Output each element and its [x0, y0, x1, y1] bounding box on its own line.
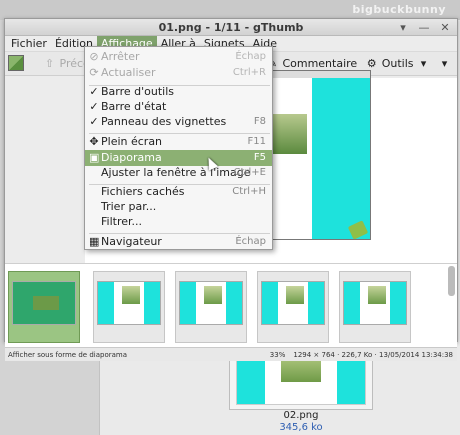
strip-scrollbar[interactable] [448, 266, 455, 296]
check-icon: ✓ [89, 85, 99, 98]
thumbnail-strip [5, 263, 457, 347]
menu-item-filtrer[interactable]: Filtrer... [85, 214, 272, 230]
affichage-menu: ⊘ Arrêter Échap ⟳ Actualiser Ctrl+R ✓ Ba… [84, 46, 273, 250]
file-size: 345,6 ko [279, 422, 323, 433]
menu-item-actualiser[interactable]: ⟳ Actualiser Ctrl+R [85, 65, 272, 81]
more-icon[interactable]: ▾ [438, 57, 451, 70]
tools-button[interactable]: ⚙ Outils ▾ [365, 57, 430, 70]
menu-item-panneau-vignettes[interactable]: ✓ Panneau des vignettes F8 [85, 114, 272, 130]
menu-item-trier-par[interactable]: Trier par... [85, 199, 272, 215]
thumbnail[interactable] [257, 271, 329, 343]
image-preview [264, 70, 371, 240]
close-icon[interactable]: ✕ [439, 21, 451, 34]
chevron-down-icon: ▾ [420, 57, 427, 70]
file-name: 02.png [283, 410, 319, 421]
window-title: 01.png - 1/11 - gThumb [158, 21, 304, 34]
menu-item-plein-ecran[interactable]: ✥ Plein écran F11 [85, 134, 272, 150]
menu-item-diaporama[interactable]: ▣ Diaporama F5 [85, 150, 272, 166]
menu-item-ajuster-fenetre[interactable]: Ajuster la fenêtre à l'image Ctrl+E [85, 165, 272, 181]
thumbnail[interactable] [339, 271, 411, 343]
preview-header [265, 71, 370, 78]
browser-mode-icon[interactable] [8, 55, 24, 71]
check-icon: ✓ [89, 100, 99, 113]
desktop-label: bigbuckbunny [352, 3, 446, 16]
status-message: Afficher sous forme de diaporama [8, 351, 127, 359]
comment-button[interactable]: ✎ Commentaire [266, 57, 357, 70]
menu-item-fichiers-caches[interactable]: Fichiers cachés Ctrl+H [85, 184, 272, 200]
check-icon: ✓ [89, 115, 99, 128]
stop-icon: ⊘ [89, 50, 99, 63]
viewer-side-panel [5, 78, 85, 263]
image-info: 1294 × 764 · 226,7 Ko · 13/05/2014 13:34… [293, 351, 453, 359]
thumbnail[interactable] [175, 271, 247, 343]
thumbnail-selected[interactable] [8, 271, 80, 343]
refresh-icon: ⟳ [89, 66, 99, 79]
zoom-level: 33% [269, 351, 286, 359]
top-strip: bigbuckbunny [0, 0, 460, 20]
gear-icon: ⚙ [366, 57, 377, 70]
menu-item-navigateur[interactable]: ▦ Navigateur Échap [85, 234, 272, 250]
title-bar[interactable]: 01.png - 1/11 - gThumb ▾ — ✕ [5, 19, 457, 36]
tools-label: Outils [381, 57, 414, 70]
fullscreen-icon: ✥ [89, 135, 99, 148]
menu-item-barre-etat[interactable]: ✓ Barre d'état [85, 99, 272, 115]
menu-item-arreter[interactable]: ⊘ Arrêter Échap [85, 49, 272, 65]
navigator-icon: ▦ [89, 235, 100, 248]
menu-fichier[interactable]: Fichier [7, 36, 51, 52]
thumbnail[interactable] [93, 271, 165, 343]
comment-label: Commentaire [282, 57, 358, 70]
slideshow-icon: ▣ [89, 151, 100, 164]
menu-item-barre-outils[interactable]: ✓ Barre d'outils [85, 84, 272, 100]
minimize-icon[interactable]: — [418, 21, 430, 34]
window-menu-icon[interactable]: ▾ [397, 21, 409, 34]
status-bar: Afficher sous forme de diaporama 33% 129… [5, 347, 457, 361]
arrow-up-icon: ⇧ [44, 57, 55, 70]
